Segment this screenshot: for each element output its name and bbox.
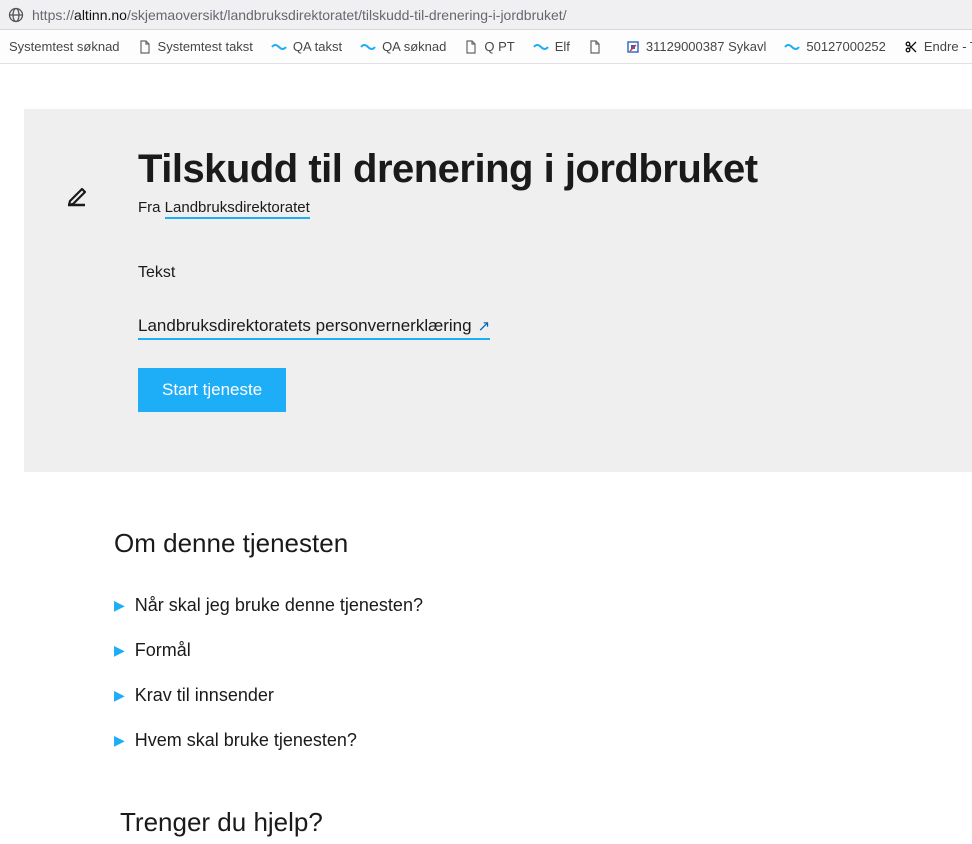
page-content: Tilskudd til drenering i jordbruket Fra … <box>0 64 972 838</box>
bookmark-6[interactable] <box>579 30 617 63</box>
page-icon <box>138 40 152 54</box>
bookmarks-bar: Systemtest søknad Systemtest takst QA ta… <box>0 30 972 64</box>
accordion-item-2[interactable]: ▶ Krav til innsender <box>114 673 972 718</box>
tekst-label: Tekst <box>138 264 948 282</box>
start-service-button[interactable]: Start tjeneste <box>138 368 286 412</box>
globe-icon <box>8 7 24 23</box>
accordion-item-0[interactable]: ▶ Når skal jeg bruke denne tjenesten? <box>114 583 972 628</box>
from-org-link[interactable]: Landbruksdirektoratet <box>165 199 310 219</box>
about-heading: Om denne tjenesten <box>114 528 972 559</box>
accordion-label: Hvem skal bruke tjenesten? <box>135 730 357 751</box>
external-link-icon: ↗ <box>478 317 491 335</box>
accordion-label: Formål <box>135 640 191 661</box>
scissors-icon <box>904 40 918 54</box>
bookmark-4[interactable]: Q PT <box>455 30 523 63</box>
bookmark-7[interactable]: 31129000387 Sykavl <box>617 30 775 63</box>
service-header-panel: Tilskudd til drenering i jordbruket Fra … <box>24 109 972 472</box>
chevron-right-icon: ▶ <box>114 597 125 614</box>
privacy-link[interactable]: Landbruksdirektoratets personvernerklæri… <box>138 316 490 340</box>
square-icon <box>626 40 640 54</box>
page-icon <box>588 40 602 54</box>
chevron-right-icon: ▶ <box>114 687 125 704</box>
wave-icon <box>784 42 800 52</box>
bookmark-9[interactable]: Endre - Test Agros <box>895 30 972 63</box>
form-edit-icon <box>60 179 90 214</box>
about-section: Om denne tjenesten ▶ Når skal jeg bruke … <box>114 528 972 838</box>
help-heading: Trenger du hjelp? <box>120 807 972 838</box>
bookmark-0[interactable]: Systemtest søknad <box>0 30 129 63</box>
accordion-label: Når skal jeg bruke denne tjenesten? <box>135 595 423 616</box>
bookmark-3[interactable]: QA søknad <box>351 30 455 63</box>
wave-icon <box>271 42 287 52</box>
page-icon <box>464 40 478 54</box>
wave-icon <box>533 42 549 52</box>
page-title: Tilskudd til drenering i jordbruket <box>138 147 948 191</box>
bookmark-1[interactable]: Systemtest takst <box>129 30 262 63</box>
bookmark-5[interactable]: Elf <box>524 30 579 63</box>
chevron-right-icon: ▶ <box>114 642 125 659</box>
bookmark-2[interactable]: QA takst <box>262 30 351 63</box>
address-bar: https://altinn.no/skjemaoversikt/landbru… <box>0 0 972 30</box>
accordion-item-3[interactable]: ▶ Hvem skal bruke tjenesten? <box>114 718 972 763</box>
chevron-right-icon: ▶ <box>114 732 125 749</box>
accordion-item-1[interactable]: ▶ Formål <box>114 628 972 673</box>
bookmark-8[interactable]: 50127000252 <box>775 30 895 63</box>
accordion-label: Krav til innsender <box>135 685 274 706</box>
address-url[interactable]: https://altinn.no/skjemaoversikt/landbru… <box>32 7 567 23</box>
wave-icon <box>360 42 376 52</box>
from-line: Fra Landbruksdirektoratet <box>138 199 948 216</box>
